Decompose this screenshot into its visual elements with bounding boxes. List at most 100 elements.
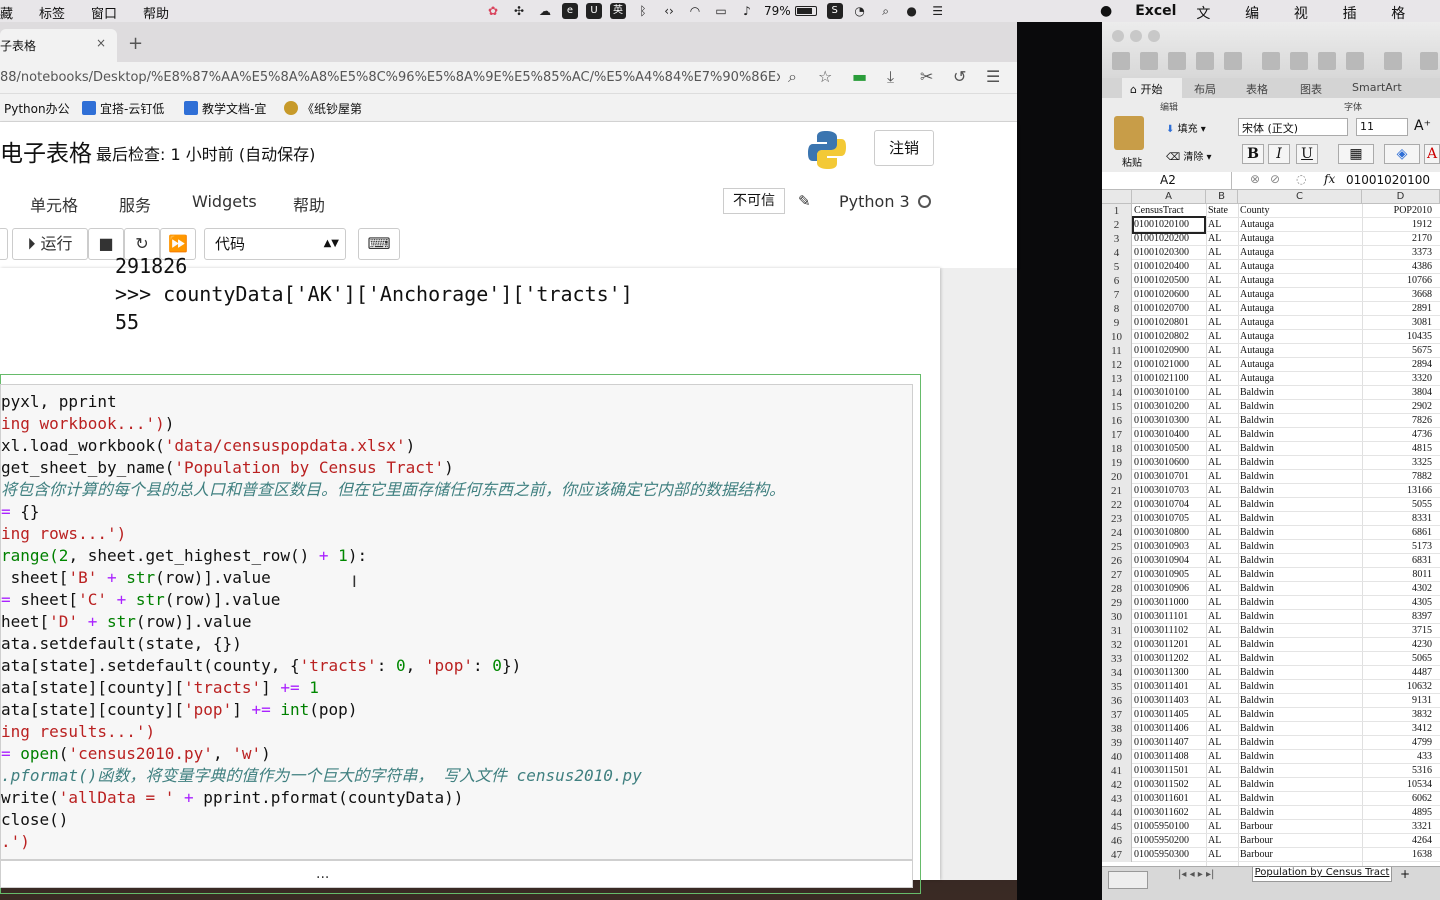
row-number[interactable]: 30 xyxy=(1102,610,1132,624)
row-number[interactable]: 23 xyxy=(1102,512,1132,526)
table-row[interactable]: 28 01003010906 AL Baldwin 4302 xyxy=(1102,582,1440,596)
bookmark-money-heist[interactable]: 《纸钞屋第 xyxy=(284,100,362,117)
table-row[interactable]: 22 01003010704 AL Baldwin 5055 xyxy=(1102,498,1440,512)
cell-pop2010[interactable]: 4799 xyxy=(1364,736,1432,750)
collapsed-output-dots[interactable]: ... xyxy=(316,866,329,882)
row-number[interactable]: 36 xyxy=(1102,694,1132,708)
cell-pop2010[interactable]: 13166 xyxy=(1364,484,1432,498)
row-number[interactable]: 11 xyxy=(1102,344,1132,358)
cell-county[interactable]: Autauga xyxy=(1240,288,1362,302)
cell-county[interactable]: Baldwin xyxy=(1240,456,1362,470)
row-number[interactable]: 43 xyxy=(1102,792,1132,806)
cell-county[interactable]: Baldwin xyxy=(1240,736,1362,750)
battery-extension-icon[interactable]: ▬ xyxy=(852,67,867,86)
cell-census-tract[interactable]: 01003011602 xyxy=(1134,806,1204,820)
code-editor[interactable]: pyxl, pprint ing workbook...')) xl.load_… xyxy=(0,384,913,860)
cell-pop2010[interactable]: 6861 xyxy=(1364,526,1432,540)
clear-button[interactable]: ⌫ 清除 ▾ xyxy=(1166,148,1212,163)
menu-tabs[interactable]: 标签 xyxy=(39,3,65,22)
row-number[interactable]: 27 xyxy=(1102,568,1132,582)
cell-pop2010[interactable]: 10534 xyxy=(1364,778,1432,792)
table-row[interactable]: 6 01001020500 AL Autauga 10766 xyxy=(1102,274,1440,288)
cell-state[interactable]: AL xyxy=(1208,302,1238,316)
row-number[interactable]: 4 xyxy=(1102,246,1132,260)
menu-help-notebook[interactable]: 帮助 xyxy=(293,192,325,216)
table-row[interactable]: 13 01001021100 AL Autauga 3320 xyxy=(1102,372,1440,386)
cell-census-tract[interactable]: 01005950100 xyxy=(1134,820,1204,834)
cell-census-tract[interactable]: 01003011202 xyxy=(1134,652,1204,666)
table-row[interactable]: 45 01005950100 AL Barbour 3321 xyxy=(1102,820,1440,834)
keyboard-shortcuts-button[interactable]: ⌨ xyxy=(358,228,400,260)
cell-pop2010[interactable]: 3412 xyxy=(1364,722,1432,736)
formula-input[interactable]: 01001020100 xyxy=(1346,173,1430,187)
cell-county[interactable]: Baldwin xyxy=(1240,624,1362,638)
cell-census-tract[interactable]: 01001020600 xyxy=(1134,288,1204,302)
menu-widgets[interactable]: Widgets xyxy=(192,192,257,211)
cell-county[interactable]: Baldwin xyxy=(1240,694,1362,708)
cell-type-select[interactable]: 代码 ▲▼ xyxy=(204,228,346,260)
cell-pop2010[interactable]: 3832 xyxy=(1364,708,1432,722)
cell-county[interactable]: Baldwin xyxy=(1240,540,1362,554)
cell-census-tract[interactable]: 01003010703 xyxy=(1134,484,1204,498)
cell-pop2010[interactable]: 7882 xyxy=(1364,470,1432,484)
cell-state[interactable]: AL xyxy=(1208,330,1238,344)
volume-icon[interactable]: ♪ xyxy=(738,3,756,19)
menu-window[interactable]: 窗口 xyxy=(91,3,117,22)
cell-county[interactable]: Autauga xyxy=(1240,372,1362,386)
row-number[interactable]: 20 xyxy=(1102,470,1132,484)
cell-census-tract[interactable]: 01001020400 xyxy=(1134,260,1204,274)
cell-county[interactable]: Baldwin xyxy=(1240,680,1362,694)
cell-census-tract[interactable]: 01003011401 xyxy=(1134,680,1204,694)
cell-state[interactable]: AL xyxy=(1208,456,1238,470)
cell-state[interactable]: AL xyxy=(1208,736,1238,750)
ribbon-tab-tables[interactable]: 表格 xyxy=(1246,81,1268,97)
table-row[interactable]: 38 01003011406 AL Baldwin 3412 xyxy=(1102,722,1440,736)
italic-button[interactable]: I xyxy=(1268,144,1290,164)
cell-pop2010[interactable]: 10632 xyxy=(1364,680,1432,694)
cell-county[interactable]: Baldwin xyxy=(1240,750,1362,764)
table-row[interactable]: 42 01003011502 AL Baldwin 10534 xyxy=(1102,778,1440,792)
table-row[interactable]: 16 01003010300 AL Baldwin 7826 xyxy=(1102,414,1440,428)
menu-cell[interactable]: 单元格 xyxy=(30,192,78,216)
cell-pop2010[interactable]: 10435 xyxy=(1364,330,1432,344)
row-number[interactable]: 25 xyxy=(1102,540,1132,554)
fill-color-button[interactable]: ◈ xyxy=(1384,144,1420,164)
cell-pop2010[interactable]: 3804 xyxy=(1364,386,1432,400)
cell-pop2010[interactable]: 2170 xyxy=(1364,232,1432,246)
cell-county[interactable]: Baldwin xyxy=(1240,610,1362,624)
borders-button[interactable]: ▦ xyxy=(1338,144,1374,164)
table-row[interactable]: 35 01003011401 AL Baldwin 10632 xyxy=(1102,680,1440,694)
cell-county[interactable]: Baldwin xyxy=(1240,554,1362,568)
cell-pop2010[interactable]: 5316 xyxy=(1364,764,1432,778)
add-sheet-icon[interactable]: + xyxy=(1400,867,1410,881)
table-row[interactable]: 23 01003010705 AL Baldwin 8331 xyxy=(1102,512,1440,526)
table-row[interactable]: 1 CensusTract State County POP2010 xyxy=(1102,204,1440,218)
table-row[interactable]: 3 01001020200 AL Autauga 2170 xyxy=(1102,232,1440,246)
cell-state[interactable]: AL xyxy=(1208,484,1238,498)
print-icon[interactable] xyxy=(1224,52,1242,70)
cell-county[interactable]: Autauga xyxy=(1240,358,1362,372)
table-row[interactable]: 25 01003010903 AL Baldwin 5173 xyxy=(1102,540,1440,554)
cell-census-tract[interactable]: 01001020500 xyxy=(1134,274,1204,288)
cell-pop2010[interactable]: 1912 xyxy=(1364,218,1432,232)
cell-state[interactable]: AL xyxy=(1208,764,1238,778)
table-row[interactable]: 40 01003011408 AL Baldwin 433 xyxy=(1102,750,1440,764)
table-row[interactable]: 34 01003011300 AL Baldwin 4487 xyxy=(1102,666,1440,680)
table-row[interactable]: 17 01003010400 AL Baldwin 4736 xyxy=(1102,428,1440,442)
table-row[interactable]: 24 01003010800 AL Baldwin 6861 xyxy=(1102,526,1440,540)
table-row[interactable]: 30 01003011101 AL Baldwin 8397 xyxy=(1102,610,1440,624)
row-number[interactable]: 32 xyxy=(1102,638,1132,652)
row-number[interactable]: 31 xyxy=(1102,624,1132,638)
url-field[interactable]: 88/notebooks/Desktop/%E8%87%AA%E5%8A%A8%… xyxy=(0,70,780,85)
font-color-button[interactable]: A xyxy=(1424,144,1440,164)
cell-census-tract[interactable]: 01003010904 xyxy=(1134,554,1204,568)
cell-pop2010[interactable]: 5173 xyxy=(1364,540,1432,554)
undo-icon[interactable]: ↺ xyxy=(953,67,966,86)
cell-state[interactable]: AL xyxy=(1208,414,1238,428)
input-method-icon[interactable]: 英 xyxy=(610,3,626,19)
cell-pop2010[interactable]: 8397 xyxy=(1364,610,1432,624)
cell-state[interactable]: AL xyxy=(1208,750,1238,764)
cell-census-tract[interactable]: 01003010200 xyxy=(1134,400,1204,414)
cell-pop2010[interactable]: 4264 xyxy=(1364,834,1432,848)
cell-census-tract[interactable]: 01003010100 xyxy=(1134,386,1204,400)
